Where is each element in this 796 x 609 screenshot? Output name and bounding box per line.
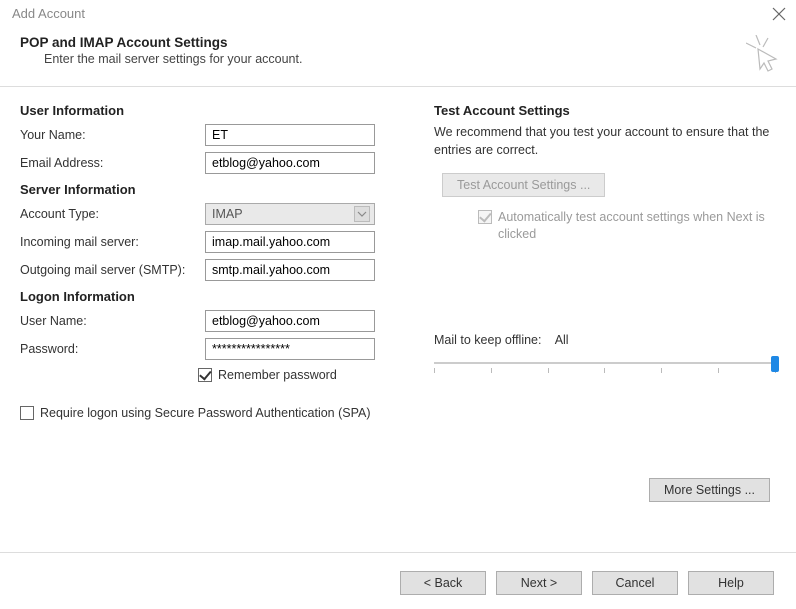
server-info-heading: Server Information [20, 182, 410, 197]
next-button[interactable]: Next > [496, 571, 582, 595]
left-column: User Information Your Name: Email Addres… [20, 103, 410, 428]
mail-offline-label: Mail to keep offline: [434, 333, 541, 347]
spa-checkbox[interactable]: Require logon using Secure Password Auth… [20, 406, 410, 420]
mail-offline-value: All [555, 333, 569, 347]
outgoing-label: Outgoing mail server (SMTP): [20, 263, 205, 277]
dialog-header: POP and IMAP Account Settings Enter the … [0, 27, 796, 86]
dialog-button-bar: < Back Next > Cancel Help [400, 571, 774, 595]
user-info-heading: User Information [20, 103, 410, 118]
logon-info-heading: Logon Information [20, 289, 410, 304]
back-button[interactable]: < Back [400, 571, 486, 595]
slider-ticks [434, 368, 776, 373]
password-field[interactable] [205, 338, 375, 360]
spa-label: Require logon using Secure Password Auth… [40, 406, 371, 420]
right-column: Test Account Settings We recommend that … [410, 103, 776, 428]
checkbox-icon [20, 406, 34, 420]
password-label: Password: [20, 342, 205, 356]
more-settings-button[interactable]: More Settings ... [649, 478, 770, 502]
username-field[interactable] [205, 310, 375, 332]
test-settings-heading: Test Account Settings [434, 103, 776, 118]
slider-track-line [434, 362, 776, 364]
remember-password-label: Remember password [218, 368, 337, 382]
chevron-down-icon [354, 206, 370, 222]
help-button[interactable]: Help [688, 571, 774, 595]
your-name-label: Your Name: [20, 128, 205, 142]
account-type-value: IMAP [212, 207, 243, 221]
cursor-star-icon [746, 35, 780, 76]
username-label: User Name: [20, 314, 205, 328]
mail-offline-slider[interactable] [434, 357, 776, 375]
email-label: Email Address: [20, 156, 205, 170]
auto-test-checkbox: Automatically test account settings when… [478, 209, 776, 243]
slider-thumb[interactable] [771, 356, 779, 372]
remember-password-checkbox[interactable]: Remember password [198, 368, 410, 382]
your-name-field[interactable] [205, 124, 375, 146]
title-bar: Add Account [0, 0, 796, 27]
test-settings-description: We recommend that you test your account … [434, 124, 776, 159]
header-subtitle: Enter the mail server settings for your … [44, 52, 302, 66]
cancel-button[interactable]: Cancel [592, 571, 678, 595]
footer-divider [0, 552, 796, 553]
email-field[interactable] [205, 152, 375, 174]
incoming-label: Incoming mail server: [20, 235, 205, 249]
checkbox-icon [198, 368, 212, 382]
test-account-settings-button[interactable]: Test Account Settings ... [442, 173, 605, 197]
outgoing-server-field[interactable] [205, 259, 375, 281]
auto-test-label: Automatically test account settings when… [498, 209, 776, 243]
window-title: Add Account [12, 6, 85, 21]
incoming-server-field[interactable] [205, 231, 375, 253]
account-type-label: Account Type: [20, 207, 205, 221]
account-type-select: IMAP [205, 203, 375, 225]
checkbox-icon [478, 210, 492, 224]
close-icon[interactable] [772, 7, 786, 21]
header-title: POP and IMAP Account Settings [20, 35, 302, 50]
